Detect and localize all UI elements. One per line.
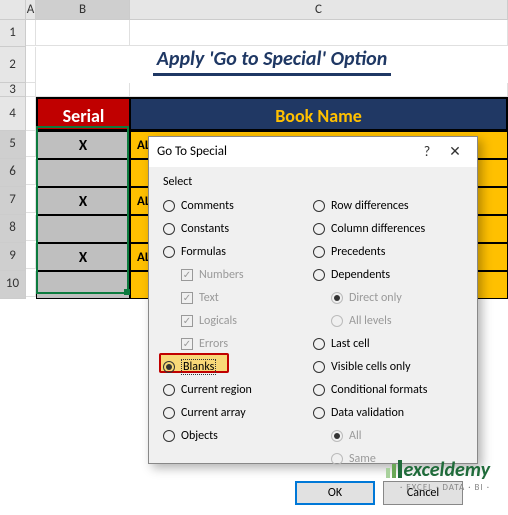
options-right: Row differences Column differences Prece… — [313, 195, 463, 471]
cell-serial[interactable]: X — [36, 243, 130, 271]
column-headers: A B C — [0, 0, 508, 20]
option-all-levels: All levels — [331, 310, 463, 332]
row-header-3[interactable]: 3 — [0, 83, 26, 97]
dialog-body: Select Comments Constants Formulas ✓Numb… — [149, 167, 477, 471]
option-last-cell[interactable]: Last cell — [313, 333, 463, 355]
cell[interactable] — [26, 243, 36, 269]
row-header-1[interactable]: 1 — [0, 20, 26, 47]
option-visible-cells[interactable]: Visible cells only — [313, 356, 463, 378]
title-cell[interactable]: Apply 'Go to Special' Option — [36, 47, 508, 83]
row-header-10[interactable]: 10 — [0, 271, 26, 299]
option-row-differences[interactable]: Row differences — [313, 195, 463, 217]
col-header-b[interactable]: B — [36, 0, 130, 19]
select-label: Select — [163, 175, 463, 189]
ok-button[interactable]: OK — [295, 481, 375, 505]
row-header-4[interactable]: 4 — [0, 97, 26, 131]
cell[interactable] — [26, 20, 36, 46]
option-formulas[interactable]: Formulas — [163, 241, 313, 263]
cell[interactable] — [36, 83, 130, 97]
option-column-differences[interactable]: Column differences — [313, 218, 463, 240]
cell[interactable] — [36, 20, 130, 46]
option-dependents[interactable]: Dependents — [313, 264, 463, 286]
row-header-7[interactable]: 7 — [0, 187, 26, 215]
cell-serial[interactable] — [36, 159, 130, 187]
option-constants[interactable]: Constants — [163, 218, 313, 240]
cell-serial[interactable]: X — [36, 131, 130, 159]
page-title: Apply 'Go to Special' Option — [153, 47, 391, 76]
cell[interactable] — [26, 131, 36, 157]
cell[interactable] — [26, 83, 36, 97]
header-serial[interactable]: Serial — [36, 97, 130, 131]
select-all-corner[interactable] — [0, 0, 26, 19]
help-icon[interactable]: ? — [413, 137, 441, 167]
row-header-2[interactable]: 2 — [0, 47, 26, 83]
option-logicals: ✓Logicals — [181, 310, 313, 332]
options-left: Comments Constants Formulas ✓Numbers ✓Te… — [163, 195, 313, 471]
cell-serial[interactable] — [36, 271, 130, 299]
cell[interactable] — [26, 271, 36, 297]
logo: exceldemy · EXCEL · DATA · BI · — [386, 458, 490, 493]
dialog-titlebar[interactable]: Go To Special ? ✕ — [149, 137, 477, 167]
option-all: All — [331, 425, 463, 447]
col-header-a[interactable]: A — [26, 0, 36, 19]
brand-tagline: · EXCEL · DATA · BI · — [386, 482, 490, 493]
cell[interactable] — [26, 159, 36, 185]
row-header-6[interactable]: 6 — [0, 159, 26, 187]
dialog-title: Go To Special — [157, 137, 413, 167]
close-icon[interactable]: ✕ — [441, 137, 469, 167]
option-errors: ✓Errors — [181, 333, 313, 355]
option-objects[interactable]: Objects — [163, 425, 313, 447]
brand-name: exceldemy — [386, 458, 490, 482]
option-current-region[interactable]: Current region — [163, 379, 313, 401]
cell[interactable] — [26, 215, 36, 241]
option-comments[interactable]: Comments — [163, 195, 313, 217]
row-header-8[interactable]: 8 — [0, 215, 26, 243]
row-header-9[interactable]: 9 — [0, 243, 26, 271]
cell[interactable] — [26, 187, 36, 213]
option-direct-only: Direct only — [331, 287, 463, 309]
row-header-5[interactable]: 5 — [0, 131, 26, 159]
cell-serial[interactable] — [36, 215, 130, 243]
header-book[interactable]: Book Name — [130, 97, 508, 131]
option-blanks[interactable]: Blanks — [163, 356, 313, 378]
cell[interactable] — [26, 47, 36, 83]
option-text: ✓Text — [181, 287, 313, 309]
option-numbers: ✓Numbers — [181, 264, 313, 286]
go-to-special-dialog: Go To Special ? ✕ Select Comments Consta… — [148, 136, 478, 464]
cell[interactable] — [26, 97, 36, 131]
option-conditional-formats[interactable]: Conditional formats — [313, 379, 463, 401]
cell[interactable] — [130, 20, 508, 46]
cell-serial[interactable]: X — [36, 187, 130, 215]
option-data-validation[interactable]: Data validation — [313, 402, 463, 424]
option-precedents[interactable]: Precedents — [313, 241, 463, 263]
col-header-c[interactable]: C — [130, 0, 508, 19]
option-current-array[interactable]: Current array — [163, 402, 313, 424]
cell[interactable] — [130, 83, 508, 97]
